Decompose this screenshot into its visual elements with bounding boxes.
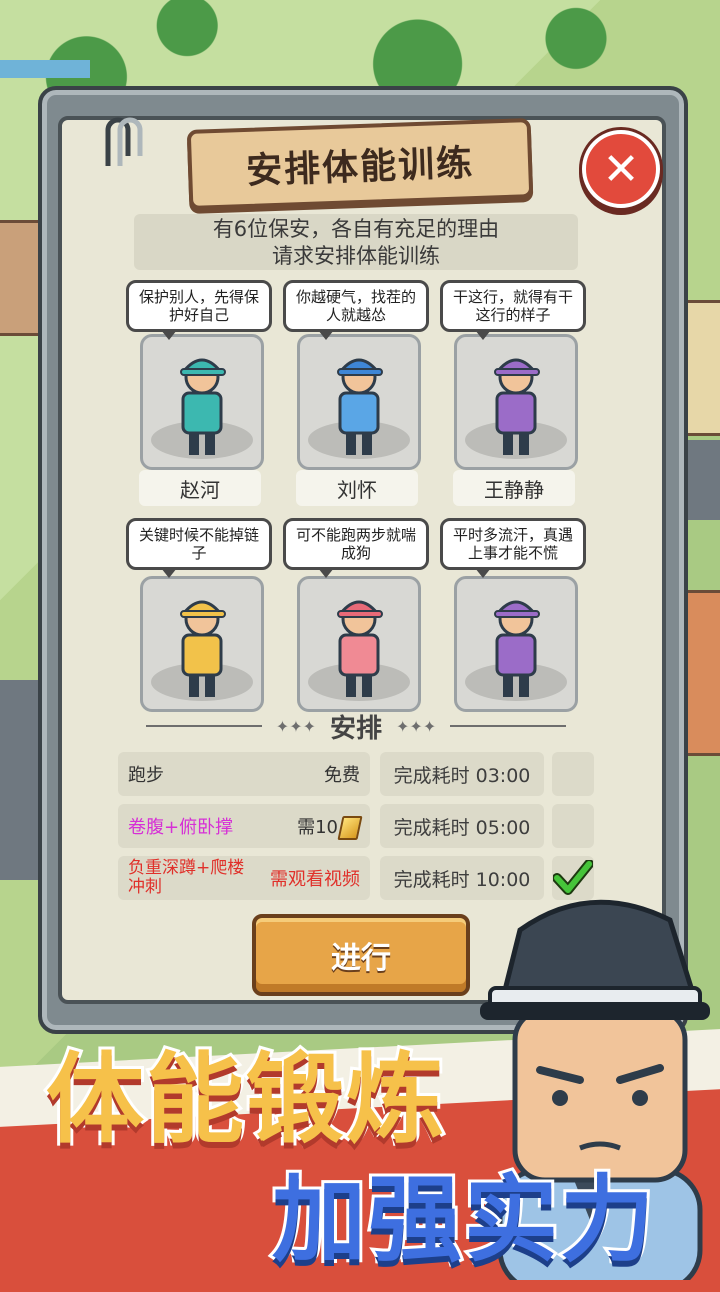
guard-name-tag: 刘怀 (296, 470, 418, 506)
slogan-main: 体能锻炼 (43, 1040, 447, 1160)
proceed-button[interactable]: 进行 (252, 914, 470, 996)
guard-card (454, 576, 578, 712)
guard-card (140, 576, 264, 712)
divider-line (450, 725, 567, 727)
divider-line (146, 725, 262, 727)
training-option-cost: 需观看视频 (270, 865, 360, 891)
close-icon: ✕ (602, 143, 640, 195)
dialog-description: 有6位保安，各自有充足的理由 请求安排体能训练 (134, 214, 578, 270)
guard-figure-image (337, 600, 383, 697)
training-option-duration: 完成耗时 05:00 (380, 804, 544, 848)
description-line: 请求安排体能训练 (272, 244, 440, 268)
training-option-cost: 需10 (297, 813, 363, 840)
training-option-name: 负重深蹲+爬楼冲刺 (128, 858, 245, 897)
guard-figure-image (494, 600, 540, 697)
gold-bar-icon (337, 815, 363, 840)
section-divider: ✦✦✦ 安排 ✦✦✦ (146, 706, 567, 746)
road (0, 60, 90, 78)
guard-figure-image (180, 600, 226, 697)
training-option-duration: 完成耗时 03:00 (380, 752, 544, 796)
road (0, 680, 40, 880)
cost-text: 需观看视频 (270, 869, 360, 890)
guard-card (297, 576, 421, 712)
option-checkbox[interactable] (552, 804, 594, 848)
description-line: 有6位保安，各自有充足的理由 (212, 217, 500, 241)
slogan-sub: 加强实力 (269, 1163, 657, 1278)
guard-speech-bubble: 平时多流汗，真遇上事才能不慌 (440, 518, 586, 578)
training-option-name: 跑步 (128, 765, 164, 786)
guard-speech-bubble: 你越硬气，找茬的人就越怂 (283, 280, 429, 340)
cost-text: 需10 (297, 816, 338, 838)
guard-card (454, 334, 578, 470)
guard-card (297, 334, 421, 470)
close-button[interactable]: ✕ (582, 130, 660, 208)
dialog-title: 安排体能训练 (245, 143, 475, 192)
guard-speech-bubble: 干这行，就得有干这行的样子 (440, 280, 586, 340)
guard-name-tag: 王静静 (453, 470, 575, 506)
training-option[interactable]: 跑步 免费 (118, 752, 370, 796)
guard-speech-bubble: 保护别人，先得保护好自己 (126, 280, 272, 340)
section-label: 安排 (330, 713, 383, 744)
guard-speech-bubble: 关键时候不能掉链子 (126, 518, 272, 578)
stars-icon: ✦✦✦ (275, 716, 316, 736)
training-option[interactable]: 负重深蹲+爬楼冲刺 需观看视频 (118, 856, 370, 900)
training-option-name: 卷腹+俯卧撑 (128, 817, 234, 838)
stars-icon: ✦✦✦ (396, 716, 437, 736)
guard-card (140, 334, 264, 470)
guard-speech-bubble: 可不能跑两步就喘成狗 (283, 518, 429, 578)
training-option-cost: 免费 (324, 761, 360, 787)
cost-text: 免费 (324, 765, 360, 786)
guard-figure-image (180, 358, 226, 455)
training-option[interactable]: 卷腹+俯卧撑 需10 (118, 804, 370, 848)
paper-clip-icon (105, 117, 143, 166)
guard-figure-image (337, 358, 383, 455)
guard-figure-image (494, 358, 540, 455)
dialog-title-plate: 安排体能训练 (186, 118, 534, 210)
option-checkbox[interactable] (552, 752, 594, 796)
guard-name-tag: 赵河 (139, 470, 261, 506)
